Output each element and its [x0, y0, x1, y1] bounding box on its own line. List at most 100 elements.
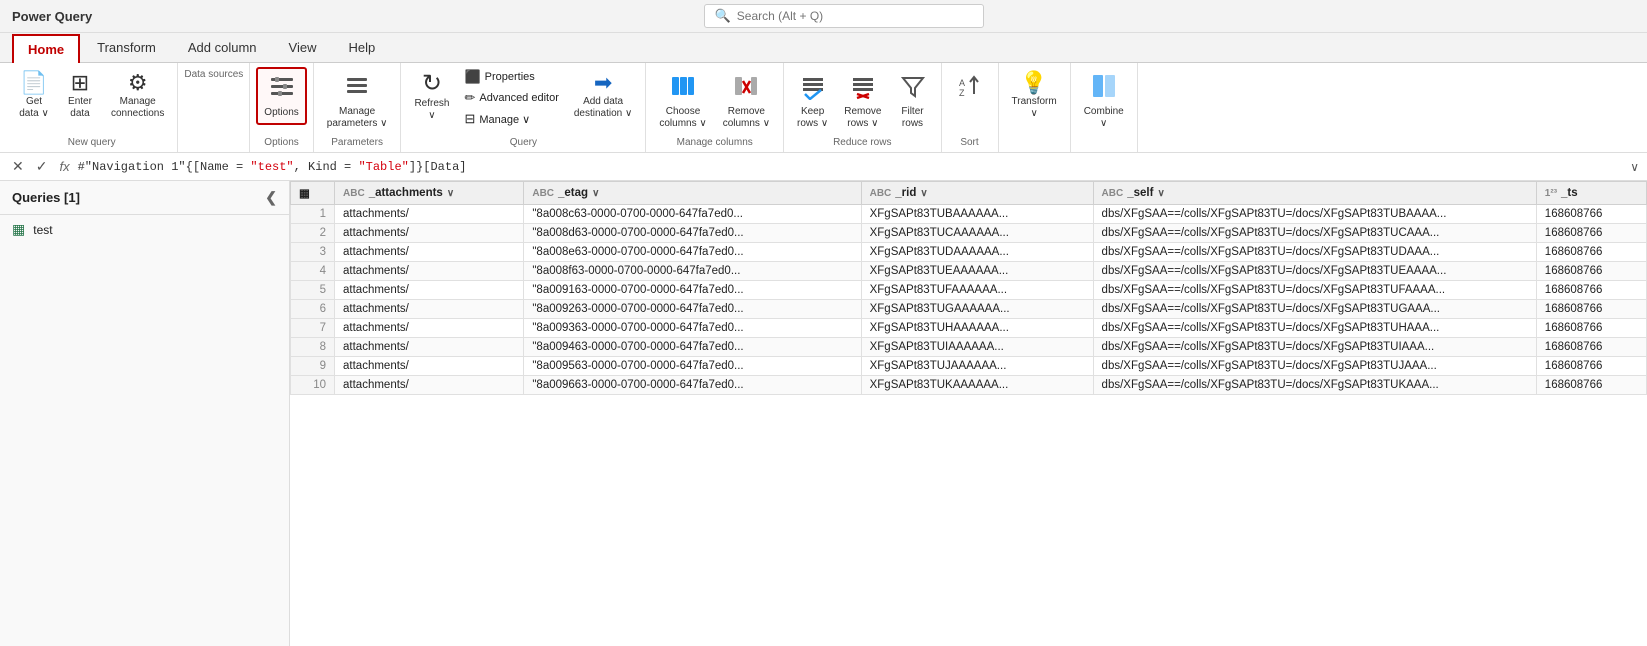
etag-cell: "8a009463-0000-0700-0000-647fa7ed0...	[524, 338, 861, 357]
formula-confirm-button[interactable]: ✓	[32, 157, 52, 176]
ribbon-group-manage-columns: Choosecolumns ∨ Removecolumns ∨ Manage c…	[646, 63, 784, 152]
table-row[interactable]: 10 attachments/ "8a009663-0000-0700-0000…	[291, 376, 1647, 395]
keep-rows-button[interactable]: Keeprows ∨	[790, 67, 835, 135]
formula-fx-label: fx	[59, 159, 69, 174]
filter-self-button[interactable]: ∨	[1157, 188, 1164, 199]
self-cell: dbs/XFgSAA==/colls/XFgSAPt83TU=/docs/XFg…	[1093, 224, 1536, 243]
get-data-button[interactable]: 📄 Getdata ∨	[12, 67, 56, 125]
combine-button[interactable]: Combine∨	[1077, 67, 1131, 135]
filter-rows-button[interactable]: Filterrows	[891, 67, 935, 135]
manage-connections-button[interactable]: ⚙ Manageconnections	[104, 67, 171, 125]
ribbon: 📄 Getdata ∨ ⊞ Enterdata ⚙ Manageconnecti…	[0, 63, 1647, 153]
etag-cell: "8a009263-0000-0700-0000-647fa7ed0...	[524, 300, 861, 319]
rid-cell: XFgSAPt83TUGAAAAAA...	[861, 300, 1093, 319]
ts-cell: 168608766	[1536, 300, 1646, 319]
add-data-destination-button[interactable]: ➡ Add datadestination ∨	[567, 67, 639, 125]
formula-bar-buttons: ✕ ✓	[8, 157, 51, 176]
filter-rid-button[interactable]: ∨	[920, 188, 927, 199]
ribbon-group-sort: A Z Sort	[942, 63, 999, 152]
refresh-icon: ↻	[422, 72, 442, 96]
table-row[interactable]: 9 attachments/ "8a009563-0000-0700-0000-…	[291, 357, 1647, 376]
attachments-cell: attachments/	[335, 376, 524, 395]
manage-parameters-button[interactable]: Manageparameters ∨	[320, 67, 395, 135]
tab-add-column[interactable]: Add column	[173, 33, 272, 62]
table-row[interactable]: 7 attachments/ "8a009363-0000-0700-0000-…	[291, 319, 1647, 338]
ts-cell: 168608766	[1536, 319, 1646, 338]
query-label: Query	[510, 137, 537, 148]
formula-bar: ✕ ✓ fx #"Navigation 1"{[Name = "test", K…	[0, 153, 1647, 181]
remove-rows-button[interactable]: Removerows ∨	[837, 67, 888, 135]
ts-cell: 168608766	[1536, 357, 1646, 376]
ribbon-group-transform: 💡 Transform∨	[999, 63, 1071, 152]
etag-cell: "8a008f63-0000-0700-0000-647fa7ed0...	[524, 262, 861, 281]
self-cell: dbs/XFgSAA==/colls/XFgSAPt83TU=/docs/XFg…	[1093, 376, 1536, 395]
formula-content: #"Navigation 1"{[Name = "test", Kind = "…	[78, 160, 1623, 174]
row-num-cell: 4	[291, 262, 335, 281]
col-header-etag[interactable]: ABC _etag ∨	[524, 182, 861, 205]
main-layout: Queries [1] ❮ ▦ test ▦ ABC	[0, 181, 1647, 646]
manage-parameters-icon	[343, 72, 371, 104]
refresh-button[interactable]: ↻ Refresh∨	[407, 67, 456, 127]
col-header-self[interactable]: ABC _self ∨	[1093, 182, 1536, 205]
table-row[interactable]: 4 attachments/ "8a008f63-0000-0700-0000-…	[291, 262, 1647, 281]
table-row[interactable]: 3 attachments/ "8a008e63-0000-0700-0000-…	[291, 243, 1647, 262]
sidebar-title: Queries [1]	[12, 190, 80, 205]
filter-rows-icon	[899, 72, 927, 104]
enter-data-button[interactable]: ⊞ Enterdata	[58, 67, 102, 125]
table-row[interactable]: 2 attachments/ "8a008d63-0000-0700-0000-…	[291, 224, 1647, 243]
formula-cancel-button[interactable]: ✕	[8, 157, 28, 176]
col-header-attachments[interactable]: ABC _attachments ∨	[335, 182, 524, 205]
attachments-cell: attachments/	[335, 281, 524, 300]
table-row[interactable]: 1 attachments/ "8a008c63-0000-0700-0000-…	[291, 205, 1647, 224]
tab-transform[interactable]: Transform	[82, 33, 171, 62]
options-button[interactable]: Options	[256, 67, 306, 125]
remove-columns-button[interactable]: Removecolumns ∨	[716, 67, 777, 135]
table-row[interactable]: 6 attachments/ "8a009263-0000-0700-0000-…	[291, 300, 1647, 319]
app-title: Power Query	[12, 9, 92, 24]
svg-text:A: A	[959, 78, 965, 88]
data-grid: ▦ ABC _attachments ∨ ABC _etag	[290, 181, 1647, 395]
etag-cell: "8a009363-0000-0700-0000-647fa7ed0...	[524, 319, 861, 338]
data-grid-container[interactable]: ▦ ABC _attachments ∨ ABC _etag	[290, 181, 1647, 646]
choose-columns-button[interactable]: Choosecolumns ∨	[652, 67, 713, 135]
row-num-cell: 5	[291, 281, 335, 300]
options-group-label: Options	[264, 137, 298, 148]
formula-expand-button[interactable]: ∨	[1630, 160, 1639, 174]
search-input[interactable]	[737, 9, 973, 23]
sort-button[interactable]: A Z	[948, 67, 992, 111]
attachments-cell: attachments/	[335, 243, 524, 262]
advanced-editor-button[interactable]: ✏ Advanced editor	[458, 88, 564, 108]
attachments-cell: attachments/	[335, 319, 524, 338]
sidebar: Queries [1] ❮ ▦ test	[0, 181, 290, 646]
sort-label: Sort	[960, 137, 978, 148]
col-header-ts[interactable]: 1²³ _ts	[1536, 182, 1646, 205]
ribbon-group-new-query: 📄 Getdata ∨ ⊞ Enterdata ⚙ Manageconnecti…	[6, 63, 178, 152]
manage-columns-label: Manage columns	[677, 137, 753, 148]
etag-cell: "8a009663-0000-0700-0000-647fa7ed0...	[524, 376, 861, 395]
filter-attachments-button[interactable]: ∨	[447, 188, 454, 199]
table-row[interactable]: 5 attachments/ "8a009163-0000-0700-0000-…	[291, 281, 1647, 300]
filter-etag-button[interactable]: ∨	[592, 188, 599, 199]
rid-cell: XFgSAPt83TUCAAAAAA...	[861, 224, 1093, 243]
attachments-cell: attachments/	[335, 338, 524, 357]
search-box[interactable]: 🔍	[704, 4, 984, 28]
tab-help[interactable]: Help	[333, 33, 390, 62]
sidebar-item-test[interactable]: ▦ test	[0, 215, 289, 244]
table-icon: ▦	[12, 221, 25, 238]
self-cell: dbs/XFgSAA==/colls/XFgSAPt83TU=/docs/XFg…	[1093, 205, 1536, 224]
tab-view[interactable]: View	[274, 33, 332, 62]
transform-button[interactable]: 💡 Transform∨	[1005, 67, 1064, 125]
manage-button[interactable]: ⊟ Manage ∨	[458, 109, 564, 129]
table-row[interactable]: 8 attachments/ "8a009463-0000-0700-0000-…	[291, 338, 1647, 357]
rid-cell: XFgSAPt83TUFAAAAAA...	[861, 281, 1093, 300]
etag-cell: "8a009563-0000-0700-0000-647fa7ed0...	[524, 357, 861, 376]
row-num-cell: 8	[291, 338, 335, 357]
sidebar-collapse-button[interactable]: ❮	[265, 189, 277, 206]
rid-cell: XFgSAPt83TUDAAAAAA...	[861, 243, 1093, 262]
options-icon	[268, 73, 296, 105]
row-num-cell: 10	[291, 376, 335, 395]
tab-home[interactable]: Home	[12, 34, 80, 63]
col-header-rid[interactable]: ABC _rid ∨	[861, 182, 1093, 205]
properties-button[interactable]: ⬛ Properties	[458, 67, 564, 87]
ts-cell: 168608766	[1536, 376, 1646, 395]
